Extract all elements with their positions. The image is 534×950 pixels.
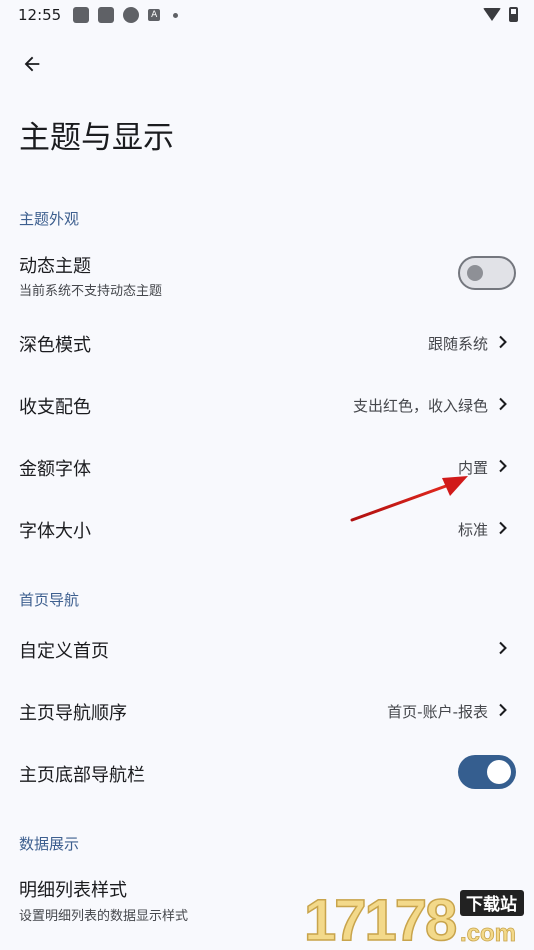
setting-nav-order[interactable]: 主页导航顺序 首页-账户-报表 [0, 679, 534, 741]
row-title: 主页导航顺序 [19, 703, 127, 724]
bottom-nav-toggle[interactable] [458, 755, 516, 789]
toggle-knob [487, 760, 511, 784]
font-notification-icon: A [148, 9, 161, 21]
arrow-left-icon [24, 56, 40, 72]
row-title: 收支配色 [19, 397, 91, 418]
annotation-arrow-icon [350, 476, 468, 522]
row-value: 首页-账户-报表 [387, 703, 488, 721]
row-title: 金额字体 [19, 459, 91, 480]
status-time: 12:55 [18, 6, 62, 24]
chevron-right-icon [499, 459, 507, 473]
svg-text:17178: 17178 [304, 888, 456, 946]
wifi-icon [483, 8, 501, 21]
setting-dark-mode[interactable]: 深色模式 跟随系统 [0, 311, 534, 373]
row-value: 跟随系统 [427, 335, 488, 353]
section-header-data-display: 数据展示 [19, 835, 80, 853]
chevron-right-icon [499, 521, 507, 535]
aperture-icon [123, 7, 140, 23]
row-subtitle: 设置明细列表的数据显示样式 [19, 909, 189, 924]
section-header-home-nav: 首页导航 [19, 591, 80, 609]
row-value: 支出红色，收入绿色 [352, 397, 488, 415]
battery-icon [509, 7, 518, 22]
page-title: 主题与显示 [19, 120, 174, 156]
dynamic-theme-toggle[interactable] [458, 256, 516, 290]
watermark-logo: 17178 下载站 .com [303, 887, 524, 946]
row-title: 字体大小 [19, 521, 91, 542]
toggle-knob [467, 265, 483, 281]
chevron-right-icon [499, 397, 507, 411]
row-title: 主页底部导航栏 [19, 765, 145, 786]
status-bar: 12:55 A [0, 0, 534, 30]
row-title: 深色模式 [19, 335, 91, 356]
app-notification-icon [98, 7, 115, 23]
svg-text:下载站: 下载站 [466, 894, 517, 915]
section-header-theme: 主题外观 [19, 210, 80, 228]
setting-bottom-nav[interactable]: 主页底部导航栏 [0, 741, 534, 803]
chevron-right-icon [499, 335, 507, 349]
setting-dynamic-theme[interactable]: 动态主题 当前系统不支持动态主题 [0, 242, 534, 304]
setting-custom-home[interactable]: 自定义首页 [0, 617, 534, 679]
chevron-right-icon [499, 703, 507, 717]
back-button[interactable] [14, 46, 50, 82]
row-title: 动态主题 [19, 256, 91, 277]
setting-income-color[interactable]: 收支配色 支出红色，收入绿色 [0, 373, 534, 435]
more-notifications-dot [173, 12, 179, 18]
svg-text:.com: .com [460, 920, 516, 946]
row-title: 自定义首页 [19, 641, 109, 662]
row-title: 明细列表样式 [19, 880, 127, 901]
app-notification-icon [73, 7, 90, 23]
chevron-right-icon [499, 641, 507, 655]
status-right [483, 7, 518, 22]
row-subtitle: 当前系统不支持动态主题 [19, 284, 163, 299]
